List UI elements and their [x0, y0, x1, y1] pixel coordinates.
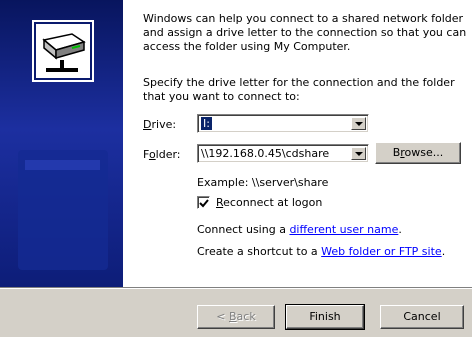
connect-using-row: Connect using a different user name.: [197, 223, 402, 236]
reconnect-checkbox[interactable]: [197, 196, 210, 209]
checkmark-icon: [199, 199, 209, 208]
folder-label: Folder:: [143, 148, 181, 161]
footer-divider: [0, 287, 472, 289]
browse-button[interactable]: Browse...: [375, 142, 461, 164]
network-drive-icon: [32, 20, 94, 82]
reconnect-label[interactable]: Reconnect at logon: [216, 196, 322, 209]
drive-select[interactable]: I:: [197, 114, 369, 133]
cancel-button[interactable]: Cancel: [380, 305, 464, 329]
folder-combo-value: \\192.168.0.45\cdshare: [201, 147, 330, 160]
web-folder-link[interactable]: Web folder or FTP site: [321, 245, 442, 258]
panel-decoration-bar: [25, 160, 100, 170]
wizard-side-panel: [0, 0, 123, 287]
chevron-down-icon[interactable]: [351, 117, 366, 130]
different-user-link[interactable]: different user name: [289, 223, 398, 236]
instruction-text: Specify the drive letter for the connect…: [143, 76, 455, 103]
wizard-content: Windows can help you connect to a shared…: [123, 0, 472, 287]
shortcut-row: Create a shortcut to a Web folder or FTP…: [197, 245, 446, 258]
drive-label: Drive:: [143, 118, 177, 131]
example-text: Example: \\server\share: [197, 176, 329, 189]
intro-text: Windows can help you connect to a shared…: [143, 12, 467, 53]
finish-button[interactable]: Finish: [285, 304, 365, 330]
drive-select-value: I:: [201, 117, 212, 130]
chevron-down-icon[interactable]: [351, 147, 366, 160]
folder-combo[interactable]: \\192.168.0.45\cdshare: [197, 144, 369, 163]
back-button[interactable]: < Back: [197, 305, 275, 329]
